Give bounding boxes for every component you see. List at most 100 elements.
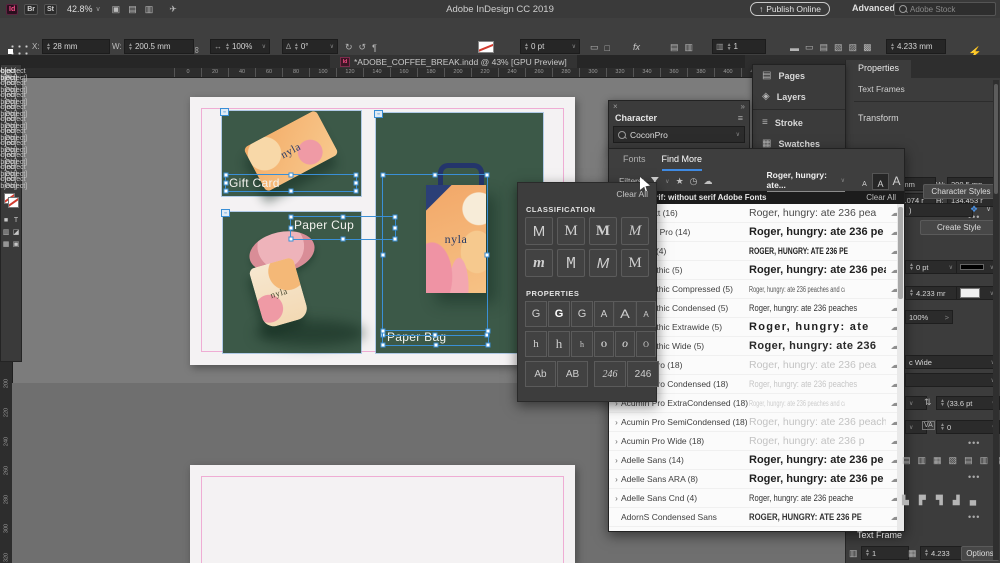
swatch-dropdown[interactable]: ∨ — [956, 286, 998, 300]
tool-option-button[interactable]: ▦ — [1, 238, 11, 250]
sample-size-large[interactable]: A — [889, 173, 904, 188]
columns-field[interactable]: ▲▼1 — [861, 546, 909, 560]
selection-handle[interactable] — [381, 173, 386, 178]
expand-family-icon[interactable]: › — [612, 494, 621, 503]
distribute-icon[interactable]: ▛ — [919, 495, 926, 506]
dock-panel-button[interactable]: ◈Layers — [753, 86, 845, 107]
scale-x-field[interactable]: ↔▲▼100%∨ — [210, 39, 270, 54]
stroke-weight-field[interactable]: ▲▼0 pt∨ — [520, 39, 580, 54]
corner-icon[interactable]: ▭ — [590, 42, 599, 53]
selection-handle[interactable] — [289, 226, 294, 231]
classification-button[interactable]: M — [589, 249, 617, 277]
character-more-options[interactable]: ••• — [968, 438, 980, 448]
corner-options-icons[interactable]: ▭□ — [590, 42, 610, 53]
align-icon[interactable]: ▬ — [790, 43, 799, 53]
selection-handle[interactable] — [341, 237, 346, 242]
favorites-filter-icon[interactable]: ★ — [676, 176, 684, 187]
align-more-options[interactable]: ••• — [968, 512, 980, 522]
selection-handle[interactable] — [381, 329, 386, 334]
dock-panel-button[interactable]: ▤Pages — [753, 65, 845, 86]
fill-none-swatch[interactable] — [478, 41, 494, 53]
sample-text-dropdown[interactable]: Roger, hungry: ate... ∨ — [767, 170, 845, 192]
paragraph-more-options[interactable]: ••• — [968, 472, 980, 482]
classification-button[interactable]: m — [525, 249, 553, 277]
activated-fonts-filter-icon[interactable]: ☁ — [704, 176, 713, 187]
tool-option-button[interactable]: ◪ — [11, 226, 21, 238]
selection-handle[interactable] — [354, 173, 359, 178]
selection-frame-paper-bag-image[interactable] — [382, 174, 488, 336]
sample-size-small[interactable]: A — [857, 173, 872, 188]
rotate-flip-icons[interactable]: ↻↺¶ — [345, 42, 377, 53]
case-filter-button[interactable]: AB — [557, 361, 588, 387]
paragraph-align-icon[interactable]: ▧ — [949, 455, 958, 466]
selection-handle[interactable] — [433, 173, 438, 178]
frame-icon[interactable]: ▥ — [685, 42, 694, 53]
paragraph-align-icons[interactable]: ▤▥▦▧▤▥▦ — [902, 455, 1000, 466]
tracking-field[interactable]: ▲▼0∨ — [936, 420, 1000, 434]
contrast-filter-button[interactable]: O — [594, 331, 614, 357]
baseline-offset-field[interactable]: ▲▼4.233 mm — [886, 39, 946, 54]
selection-frame-paper-cup[interactable] — [290, 216, 396, 240]
selection-handle[interactable] — [381, 253, 386, 258]
rotation-angle-field[interactable]: ∆▲▼0°∨ — [282, 39, 338, 54]
align-icon[interactable]: ▨ — [849, 42, 858, 53]
distribute-icon[interactable]: ▜ — [936, 495, 943, 506]
tool-button[interactable]: [object Object] — [11, 177, 21, 189]
distribute-icon[interactable]: ▄ — [970, 495, 976, 506]
font-list-row[interactable]: › Adelle Sans ARA (8) Roger, hungry: ate… — [609, 470, 904, 489]
selection-handle[interactable] — [224, 189, 229, 194]
align-icon[interactable]: ▩ — [863, 42, 872, 53]
width-filter-button[interactable]: A — [613, 301, 637, 327]
selection-handle[interactable] — [485, 173, 490, 178]
character-styles-button[interactable]: Character Styles — [923, 184, 999, 199]
classification-button[interactable]: M — [557, 217, 585, 245]
collapse-icon[interactable]: » — [741, 102, 745, 112]
stroke-swatch[interactable] — [8, 197, 19, 208]
link-badge-icon[interactable]: ∞ — [220, 108, 229, 116]
font-family-dropdown[interactable]: c Wide∨ — [905, 355, 999, 369]
selection-handle[interactable] — [289, 189, 294, 194]
case-filter-button[interactable]: Ab — [525, 361, 556, 387]
properties-scrollbar[interactable] — [993, 80, 999, 560]
clear-all-link[interactable]: Clear All — [616, 189, 648, 199]
gutter-field[interactable]: ▲▼4.233 — [920, 546, 964, 560]
frame-icon[interactable]: ▤ — [670, 42, 679, 53]
opacity-field[interactable]: 100%> — [905, 310, 953, 324]
paragraph-align-icon[interactable]: ▥ — [918, 455, 927, 466]
chevron-down-icon[interactable]: ∨ — [665, 178, 669, 185]
font-list-row[interactable]: AdornS Condensed Sans ROGER, HUNGRY: ATE… — [609, 508, 904, 527]
contrast-filter-button[interactable]: O — [636, 331, 656, 357]
sample-size-medium[interactable]: A — [872, 173, 889, 190]
selection-handle[interactable] — [354, 189, 359, 194]
stroke-weight-field[interactable]: ▲▼0 pt∨ — [905, 260, 957, 274]
selection-handle[interactable] — [341, 215, 346, 220]
classification-button[interactable]: M — [525, 217, 553, 245]
align-icon[interactable]: ▭ — [805, 42, 814, 53]
paragraph-align-icon[interactable]: ▤ — [902, 455, 911, 466]
text-frame-icons[interactable]: ▤▥ — [670, 42, 693, 53]
selection-handle[interactable] — [289, 173, 294, 178]
font-style-dropdown[interactable]: ∨ — [905, 373, 999, 387]
classification-button[interactable]: M — [621, 249, 649, 277]
tool-option-button[interactable]: ▣ — [11, 238, 21, 250]
selection-handle[interactable] — [433, 343, 438, 348]
tool-option-button[interactable]: ■ — [1, 214, 11, 226]
corner-icon[interactable]: □ — [605, 43, 610, 53]
width-filter-button[interactable]: A — [594, 301, 614, 327]
font-list-row[interactable]: › Acumin Pro SemiCondensed (18) Roger, h… — [609, 413, 904, 432]
paragraph-style-field[interactable]: ) — [905, 203, 973, 217]
distribute-icon[interactable]: ▟ — [953, 495, 960, 506]
selection-handle[interactable] — [289, 215, 294, 220]
selection-handle[interactable] — [485, 253, 490, 258]
xheight-filter-button[interactable]: h — [548, 331, 570, 357]
xheight-filter-button[interactable]: h — [571, 331, 593, 357]
font-list-scrollbar[interactable] — [897, 204, 904, 531]
tab-properties[interactable]: Properties — [846, 60, 911, 78]
transform-icon[interactable]: ↻ — [345, 42, 353, 53]
weight-filter-button[interactable]: G — [548, 301, 570, 327]
transform-icon[interactable]: ¶ — [372, 43, 377, 53]
contrast-filter-button[interactable]: O — [615, 331, 635, 357]
publish-online-button[interactable]: ↑ Publish Online — [750, 2, 830, 16]
selection-frame-paper-bag-label[interactable] — [382, 330, 489, 346]
align-icon[interactable]: ▤ — [820, 42, 829, 53]
